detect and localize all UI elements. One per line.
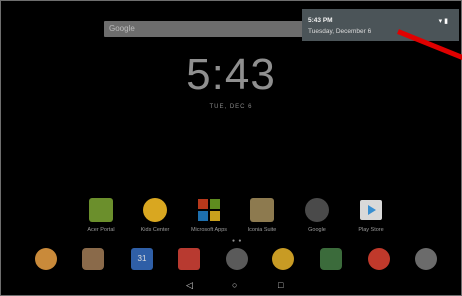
app-microsoft-apps[interactable]: Microsoft Apps <box>179 198 239 233</box>
app-label: Iconia Suite <box>247 227 277 233</box>
back-button[interactable]: ◁ <box>186 280 193 291</box>
app-label: Play Store <box>358 227 384 233</box>
app-label: Kids Center <box>140 227 170 233</box>
app-drawer-icon[interactable] <box>226 248 248 270</box>
app-iconia-suite[interactable]: Iconia Suite <box>232 198 292 233</box>
status-icons: ▾ ▮ <box>439 17 448 25</box>
app-label: Acer Portal <box>87 227 115 233</box>
app-play-store[interactable]: Play Store <box>341 198 401 233</box>
microsoft-apps-icon <box>197 198 221 222</box>
contacts-icon[interactable] <box>82 248 104 270</box>
home-button[interactable]: ○ <box>232 280 237 290</box>
iconia-suite-icon <box>250 198 274 222</box>
app-acer-portal[interactable]: Acer Portal <box>71 198 131 233</box>
photos-icon[interactable] <box>272 248 294 270</box>
notification-date: Tuesday, December 6 <box>308 28 372 35</box>
calendar-icon[interactable]: 31 <box>131 248 153 270</box>
camera-icon[interactable] <box>320 248 342 270</box>
wifi-icon: ▾ <box>438 18 443 25</box>
notification-time: 5:43 PM <box>308 17 333 24</box>
battery-icon: ▮ <box>444 18 448 25</box>
app-label: Google <box>308 227 326 233</box>
recents-button[interactable]: □ <box>278 280 283 290</box>
chrome-icon[interactable] <box>368 248 390 270</box>
play-store-icon <box>359 198 383 222</box>
hangouts-icon[interactable] <box>35 248 57 270</box>
app-google[interactable]: Google <box>287 198 347 233</box>
gmail-icon[interactable] <box>178 248 200 270</box>
acer-portal-icon <box>89 198 113 222</box>
clock-date: TUE, DEC 6 <box>209 104 253 110</box>
google-logo: Google <box>109 24 135 33</box>
google-folder-icon <box>305 198 329 222</box>
app-kids-center[interactable]: Kids Center <box>125 198 185 233</box>
app-label: Microsoft Apps <box>190 227 228 233</box>
notification-shade[interactable]: 5:43 PM Tuesday, December 6 ▾ ▮ <box>302 9 459 41</box>
clock-time: 5:43 <box>186 50 276 99</box>
kids-center-icon <box>143 198 167 222</box>
settings-icon[interactable] <box>415 248 437 270</box>
page-indicator: ● ● <box>232 238 243 244</box>
